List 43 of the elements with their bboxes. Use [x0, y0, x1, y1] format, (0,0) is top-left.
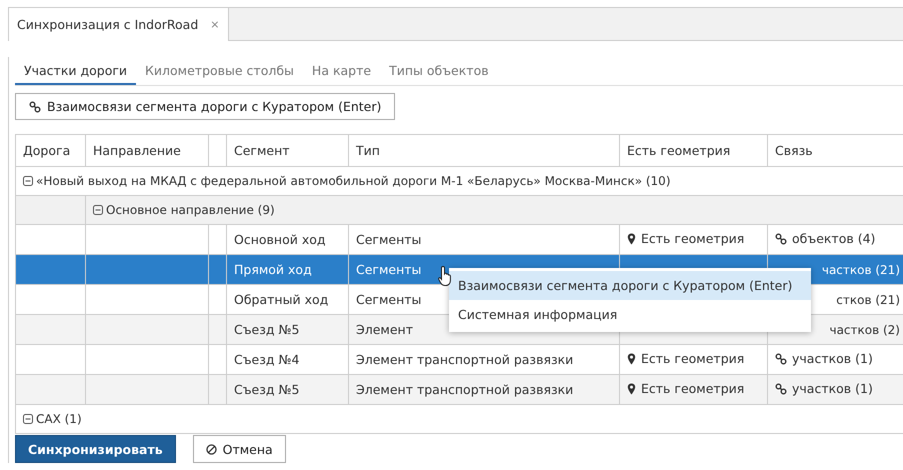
- cancel-button[interactable]: Отмена: [192, 435, 286, 463]
- table-cell: Элемент транспортной развязки: [356, 382, 574, 397]
- table-cell: Сегменты: [356, 292, 422, 307]
- tab[interactable]: На карте: [302, 57, 380, 85]
- link-icon: [775, 382, 787, 395]
- table-cell: Элемент: [356, 322, 413, 337]
- table-cell: Сегменты: [356, 232, 422, 247]
- tab[interactable]: Типы объектов: [380, 57, 498, 85]
- relations-button[interactable]: Взаимосвязи сегмента дороги с Куратором (Enter): [15, 93, 396, 120]
- table-cell: Сегменты: [356, 262, 422, 277]
- table-cell: Съезд №5: [234, 382, 300, 397]
- table-cell: Прямой ход: [234, 262, 312, 277]
- table-cell: Есть геометрия: [641, 231, 744, 246]
- collapse-icon[interactable]: [23, 176, 33, 186]
- table-cell: Есть геометрия: [641, 381, 744, 396]
- table-cell: Съезд №4: [234, 352, 300, 367]
- group-row-label[interactable]: Основное направление (9): [93, 202, 275, 216]
- table-row[interactable]: Съезд №5 Элемент транспортной развязки Есть геометрия участков (1): [16, 374, 903, 404]
- table-cell: Основной ход: [234, 232, 326, 247]
- table-cell: Съезд №5: [234, 322, 300, 337]
- column-header[interactable]: Есть геометрия: [620, 134, 768, 166]
- column-header[interactable]: Дорога: [16, 134, 86, 166]
- menu-item[interactable]: Взаимосвязи сегмента дороги с Куратором (Enter): [449, 271, 811, 300]
- table-cell: Есть геометрия: [641, 351, 744, 366]
- collapse-icon[interactable]: [93, 204, 103, 214]
- group-row-label[interactable]: САХ (1): [23, 412, 82, 426]
- tab[interactable]: Участки дороги: [15, 57, 136, 85]
- tab[interactable]: Километровые столбы: [136, 57, 303, 85]
- document-tab-title: Синхронизация с IndorRoad: [17, 17, 198, 32]
- sync-button[interactable]: Синхронизировать: [15, 435, 176, 463]
- link-icon: [29, 100, 41, 112]
- close-icon[interactable]: ×: [210, 18, 220, 31]
- map-pin-icon: [627, 352, 636, 365]
- collapse-icon[interactable]: [23, 414, 33, 424]
- map-pin-icon: [627, 382, 636, 395]
- link-icon: [775, 352, 787, 365]
- column-header[interactable]: Тип: [348, 134, 620, 166]
- table-cell: Элемент транспортной развязки: [356, 352, 574, 367]
- cancel-icon: [206, 444, 217, 454]
- link-icon: [775, 232, 787, 245]
- table-cell: Обратный ход: [234, 292, 328, 307]
- map-pin-icon: [627, 232, 636, 245]
- menu-item[interactable]: Системная информация: [449, 300, 811, 329]
